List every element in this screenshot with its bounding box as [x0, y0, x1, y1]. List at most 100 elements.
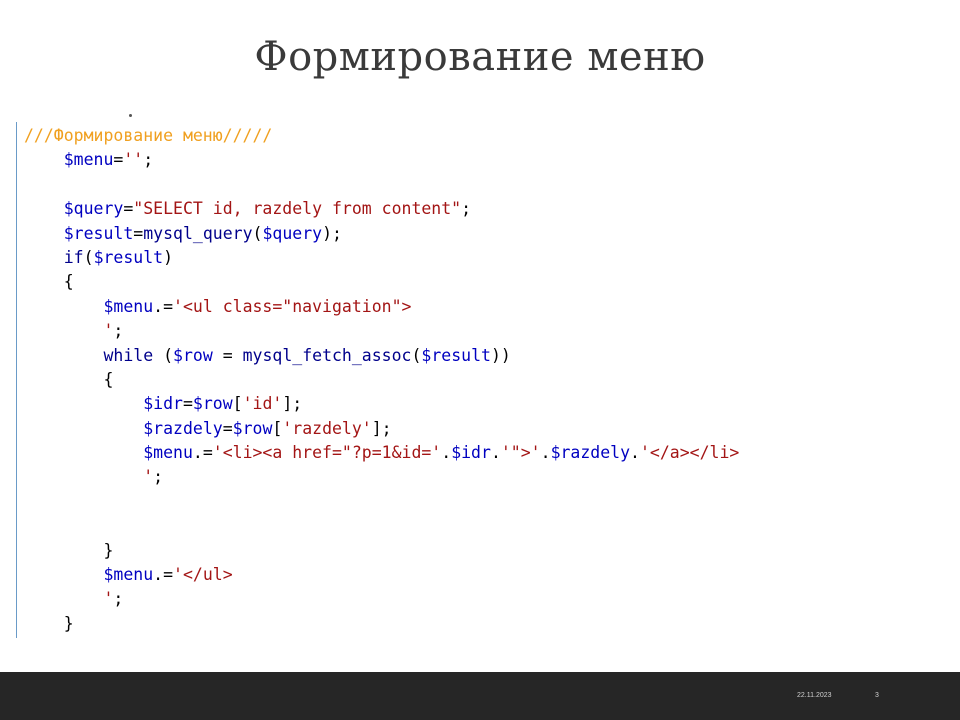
code-token: .= — [192, 443, 213, 463]
footer-date: 22.11.2023 — [797, 692, 832, 699]
code-line: $menu.='<li><a href="?p=1&id='.$idr.'">'… — [24, 441, 739, 465]
code-token: ( — [411, 345, 422, 365]
code-token: ' — [103, 321, 114, 341]
code-token: . — [540, 443, 551, 463]
code-token: ; — [153, 467, 164, 487]
code-token: $menu — [63, 150, 114, 170]
code-token: '</a></li> — [639, 443, 740, 463]
code-line: $result=mysql_query($query); — [24, 222, 739, 246]
code-line: } — [24, 539, 739, 563]
code-token: ; — [113, 589, 124, 609]
code-token: if — [63, 247, 84, 267]
code-token: $menu — [143, 443, 193, 463]
code-token: '' — [123, 150, 144, 170]
code-line: $idr=$row['id']; — [24, 392, 739, 416]
code-token: mysql_fetch_assoc — [242, 345, 412, 365]
code-token: ; — [113, 321, 124, 341]
slide-footer: 22.11.2023 3 — [0, 672, 960, 720]
code-token: = — [212, 345, 243, 365]
code-token: "SELECT id, razdely from content" — [133, 199, 462, 219]
code-token: '<li><a href="?p=1&id=' — [212, 443, 442, 463]
code-token: $result — [93, 247, 164, 267]
code-token: = — [182, 394, 193, 414]
code-token: $menu — [103, 296, 154, 316]
code-line: { — [24, 368, 739, 392]
code-line: $razdely=$row['razdely']; — [24, 417, 739, 441]
code-token: ( — [252, 223, 263, 243]
code-line: $menu=''; — [24, 148, 739, 172]
code-token: $row — [232, 418, 273, 438]
code-token: '</ul> — [173, 565, 233, 585]
code-token: $razdely — [550, 443, 631, 463]
code-token: 'id' — [242, 394, 283, 414]
code-line: $query="SELECT id, razdely from content"… — [24, 197, 739, 221]
code-token: ' — [103, 589, 114, 609]
code-token: = — [113, 150, 124, 170]
code-line: while ($row = mysql_fetch_assoc($result)… — [24, 344, 739, 368]
decorative-dot — [129, 114, 132, 117]
code-token: ); — [322, 223, 342, 243]
code-token: $query — [262, 223, 323, 243]
code-token: $row — [173, 345, 213, 365]
code-token: ; — [143, 150, 154, 170]
code-token: { — [24, 369, 114, 389]
code-line: { — [24, 270, 739, 294]
code-line: '; — [24, 587, 739, 611]
footer-page-number: 3 — [875, 692, 879, 699]
code-token: [ — [232, 394, 243, 414]
code-token: = — [123, 199, 134, 219]
code-token: ( — [83, 247, 94, 267]
code-block: ///Формирование меню///// $menu=''; $que… — [24, 124, 739, 636]
code-line: } — [24, 612, 739, 636]
code-token: $query — [63, 199, 124, 219]
code-token: .= — [153, 565, 174, 585]
code-token: ; — [461, 199, 472, 219]
code-token: mysql_query — [143, 223, 253, 243]
code-token: { — [24, 272, 74, 292]
code-token: ]; — [282, 394, 303, 414]
code-token: } — [24, 613, 74, 633]
code-token: ( — [153, 345, 174, 365]
code-token: . — [490, 443, 501, 463]
code-token: ' — [143, 467, 154, 487]
code-token: [ — [272, 418, 283, 438]
code-token: $idr — [143, 394, 183, 414]
code-token: = — [133, 223, 144, 243]
code-token: .= — [153, 296, 174, 316]
code-token: = — [222, 418, 233, 438]
code-token: $row — [192, 394, 233, 414]
code-line: '; — [24, 319, 739, 343]
code-token: . — [441, 443, 452, 463]
code-line: ///Формирование меню///// — [24, 124, 739, 148]
code-token: ]; — [371, 418, 392, 438]
code-token: $result — [421, 345, 491, 365]
code-token: . — [630, 443, 640, 463]
code-token: '">' — [500, 443, 541, 463]
code-line: $menu.='</ul> — [24, 563, 739, 587]
code-line: if($result) — [24, 246, 739, 270]
code-token: )) — [490, 345, 511, 365]
code-line: $menu.='<ul class="navigation"> — [24, 295, 739, 319]
slide-title: Формирование меню — [254, 34, 706, 80]
code-token: $razdely — [143, 418, 223, 438]
code-token: ) — [163, 247, 174, 267]
code-token: 'razdely' — [282, 418, 372, 438]
code-line: '; — [24, 465, 739, 489]
code-token: ///Формирование меню///// — [24, 126, 273, 145]
